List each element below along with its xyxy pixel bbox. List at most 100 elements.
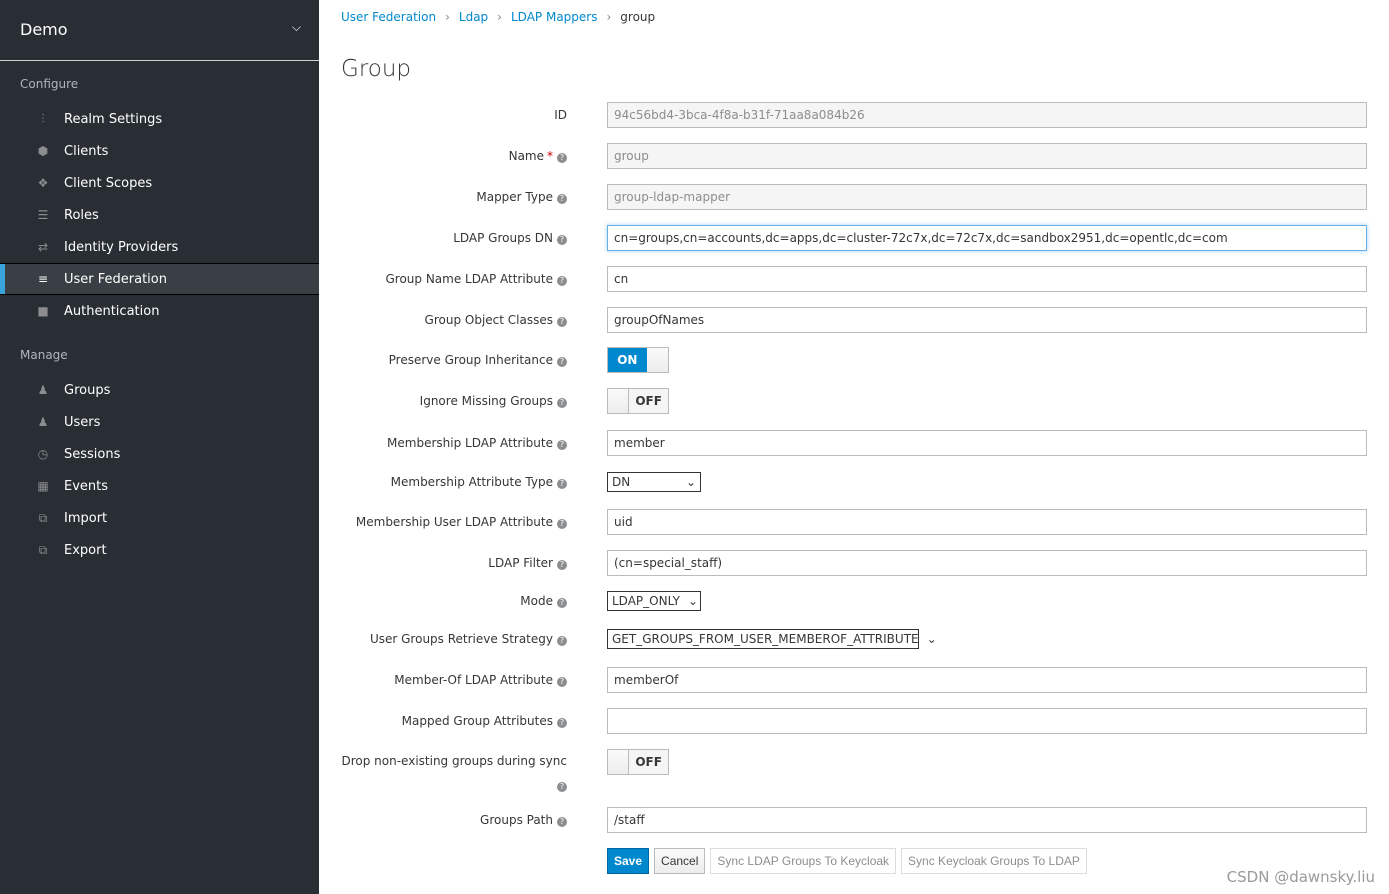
sync-ldap-to-keycloak-button[interactable]: Sync LDAP Groups To Keycloak xyxy=(710,848,897,874)
realm-name: Demo xyxy=(20,20,68,39)
sidebar-item-groups[interactable]: ♟ Groups xyxy=(0,374,319,406)
groups-path-input[interactable]: /staff xyxy=(607,807,1367,833)
configure-heading: Configure xyxy=(20,77,79,91)
field-label: LDAP Filter? xyxy=(488,550,567,576)
cancel-button[interactable]: Cancel xyxy=(654,848,706,874)
lock-icon: ■ xyxy=(37,304,49,318)
sidebar-item-authentication[interactable]: ■ Authentication xyxy=(0,295,319,327)
sidebar-item-label: Groups xyxy=(64,382,111,398)
strategy-select[interactable]: GET_GROUPS_FROM_USER_MEMBEROF_ATTRIBUTE ⌄ xyxy=(607,629,937,649)
sidebar: Demo ⌵ Configure ⫶ Realm Settings ⬢ Client… xyxy=(0,0,319,894)
help-icon[interactable]: ? xyxy=(557,317,567,327)
id-field: 94c56bd4-3bca-4f8a-b31f-71aa8a084b26 xyxy=(607,102,1367,128)
sidebar-item-identity-providers[interactable]: ⇄ Identity Providers xyxy=(0,231,319,263)
sidebar-item-sessions[interactable]: ◷ Sessions xyxy=(0,438,319,470)
calendar-icon: ▦ xyxy=(37,479,49,493)
help-icon[interactable]: ? xyxy=(557,560,567,570)
sidebar-item-label: User Federation xyxy=(64,271,167,287)
help-icon[interactable]: ? xyxy=(557,817,567,827)
breadcrumb-ldap[interactable]: Ldap xyxy=(459,10,488,24)
name-field: group xyxy=(607,143,1367,169)
drop-toggle[interactable]: OFF xyxy=(607,749,669,775)
database-icon: ≡ xyxy=(37,272,49,286)
sidebar-item-label: Realm Settings xyxy=(64,111,163,127)
member-of-input[interactable]: memberOf xyxy=(607,667,1367,693)
ldap-filter-input[interactable]: (cn=special_staff) xyxy=(607,550,1367,576)
field-membership-user-attr: Membership User LDAP Attribute? uid xyxy=(330,509,1370,535)
sidebar-item-client-scopes[interactable]: ❖ Client Scopes xyxy=(0,167,319,199)
membership-user-attr-input[interactable]: uid xyxy=(607,509,1367,535)
help-icon[interactable]: ? xyxy=(557,398,567,408)
chevron-down-icon: ⌄ xyxy=(688,594,699,608)
sidebar-item-label: Events xyxy=(64,478,109,494)
membership-type-select[interactable]: DN ⌄ xyxy=(607,472,701,492)
realm-selector[interactable]: Demo ⌵ xyxy=(0,0,319,61)
sidebar-item-user-federation[interactable]: ≡ User Federation xyxy=(0,263,319,295)
help-icon[interactable]: ? xyxy=(557,519,567,529)
mapped-attrs-input[interactable] xyxy=(607,708,1367,734)
help-icon[interactable]: ? xyxy=(557,718,567,728)
save-button[interactable]: Save xyxy=(607,848,650,874)
clock-icon: ◷ xyxy=(37,447,49,461)
field-label: Membership LDAP Attribute? xyxy=(387,430,567,456)
help-icon[interactable]: ? xyxy=(557,357,567,367)
help-icon[interactable]: ? xyxy=(557,598,567,608)
field-membership-type: Membership Attribute Type? DN ⌄ xyxy=(330,469,1370,495)
field-id: ID 94c56bd4-3bca-4f8a-b31f-71aa8a084b26 xyxy=(330,102,1370,128)
required-asterisk: * xyxy=(547,149,553,163)
ldap-groups-dn-input[interactable]: cn=groups,cn=accounts,dc=apps,dc=cluster… xyxy=(607,225,1367,251)
users-icon: ♟ xyxy=(37,383,49,397)
field-label: Drop non-existing groups during sync? xyxy=(341,754,567,792)
field-membership-attr: Membership LDAP Attribute? member xyxy=(330,430,1370,456)
help-icon[interactable]: ? xyxy=(557,440,567,450)
field-label: LDAP Groups DN? xyxy=(453,225,567,251)
help-icon[interactable]: ? xyxy=(557,479,567,489)
help-icon[interactable]: ? xyxy=(557,677,567,687)
sidebar-item-realm-settings[interactable]: ⫶ Realm Settings xyxy=(0,103,319,135)
help-icon[interactable]: ? xyxy=(557,235,567,245)
help-icon[interactable]: ? xyxy=(557,276,567,286)
sidebar-item-roles[interactable]: ☰ Roles xyxy=(0,199,319,231)
sidebar-item-events[interactable]: ▦ Events xyxy=(0,470,319,502)
sidebar-item-label: Identity Providers xyxy=(64,239,179,255)
field-label: Group Object Classes? xyxy=(425,307,567,333)
field-label: Membership User LDAP Attribute? xyxy=(356,509,567,535)
chevron-right-icon: › xyxy=(497,10,502,24)
sidebar-item-label: Client Scopes xyxy=(64,175,153,191)
field-object-classes: Group Object Classes? groupOfNames xyxy=(330,307,1370,333)
chevron-right-icon: › xyxy=(445,10,450,24)
preserve-toggle[interactable]: ON xyxy=(607,347,669,373)
sidebar-item-export[interactable]: ⧉ Export xyxy=(0,534,319,566)
group-name-attr-input[interactable]: cn xyxy=(607,266,1367,292)
mode-select[interactable]: LDAP_ONLY ⌄ xyxy=(607,591,701,611)
sidebar-item-label: Import xyxy=(64,510,108,526)
help-icon[interactable]: ? xyxy=(557,782,567,792)
manage-heading: Manage xyxy=(20,348,68,362)
page-title: Group xyxy=(341,56,412,82)
help-icon[interactable]: ? xyxy=(557,636,567,646)
ignore-missing-toggle[interactable]: OFF xyxy=(607,388,669,414)
help-icon[interactable]: ? xyxy=(557,153,567,163)
sidebar-item-users[interactable]: ♟ Users xyxy=(0,406,319,438)
field-name: Name *? group xyxy=(330,143,1370,169)
object-classes-input[interactable]: groupOfNames xyxy=(607,307,1367,333)
field-label: Mapped Group Attributes? xyxy=(402,708,567,734)
field-label: Name *? xyxy=(509,143,567,169)
field-groups-path: Groups Path? /staff xyxy=(330,807,1370,833)
sliders-icon: ⫶ xyxy=(41,111,45,126)
toggle-state: OFF xyxy=(629,389,668,413)
help-icon[interactable]: ? xyxy=(557,194,567,204)
field-ignore-missing: Ignore Missing Groups? OFF xyxy=(330,388,1370,414)
breadcrumb-user-federation[interactable]: User Federation xyxy=(341,10,436,24)
breadcrumb: User Federation › Ldap › LDAP Mappers › gro… xyxy=(341,10,655,24)
cubes-icon: ❖ xyxy=(37,176,49,190)
sidebar-item-clients[interactable]: ⬢ Clients xyxy=(0,135,319,167)
field-mode: Mode? LDAP_ONLY ⌄ xyxy=(330,588,1370,614)
sync-keycloak-to-ldap-button[interactable]: Sync Keycloak Groups To LDAP xyxy=(901,848,1087,874)
membership-attr-input[interactable]: member xyxy=(607,430,1367,456)
chevron-down-icon: ⌄ xyxy=(685,475,696,489)
chevron-down-icon: ⌄ xyxy=(926,632,937,646)
sidebar-item-label: Authentication xyxy=(64,303,160,319)
sidebar-item-import[interactable]: ⧉ Import xyxy=(0,502,319,534)
breadcrumb-ldap-mappers[interactable]: LDAP Mappers xyxy=(511,10,597,24)
